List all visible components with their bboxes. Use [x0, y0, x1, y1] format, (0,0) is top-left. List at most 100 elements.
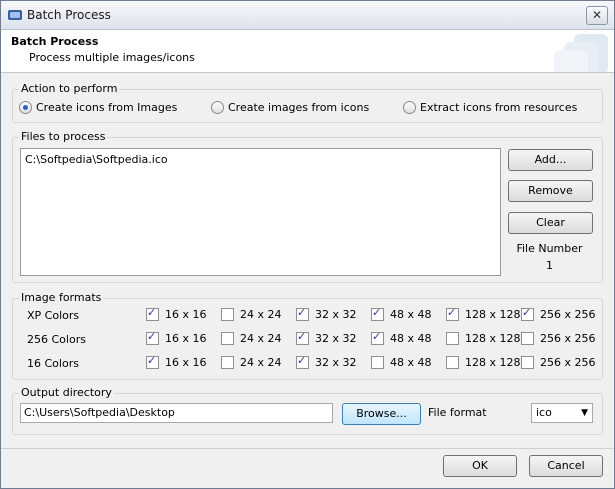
- format-checkbox[interactable]: [446, 306, 459, 321]
- format-checkbox-item[interactable]: 16 x 16: [146, 306, 207, 321]
- format-checkbox-item[interactable]: 32 x 32: [296, 330, 357, 345]
- format-checkbox-item[interactable]: 24 x 24: [221, 332, 282, 345]
- format-checkbox[interactable]: [446, 332, 459, 345]
- format-checkbox[interactable]: [521, 306, 534, 321]
- format-size-label: 24 x 24: [240, 356, 282, 369]
- format-checkbox-item[interactable]: 48 x 48: [371, 330, 432, 345]
- format-checkbox-item[interactable]: 24 x 24: [221, 356, 282, 369]
- radio-create-icons-from-images[interactable]: Create icons from Images: [19, 101, 177, 114]
- browse-button[interactable]: Browse...: [342, 403, 421, 425]
- format-row-label: XP Colors: [27, 309, 80, 322]
- radio-label: Extract icons from resources: [420, 101, 578, 114]
- output-directory-input[interactable]: C:\Users\Softpedia\Desktop: [20, 403, 333, 423]
- image-formats-legend: Image formats: [19, 291, 104, 304]
- format-checkbox-item[interactable]: 32 x 32: [296, 354, 357, 369]
- format-checkbox-item[interactable]: 128 x 128: [446, 356, 521, 369]
- format-checkbox[interactable]: [146, 330, 159, 345]
- footer-divider: [1, 448, 614, 449]
- cancel-button[interactable]: Cancel: [529, 455, 603, 477]
- format-checkbox-item[interactable]: 48 x 48: [371, 356, 432, 369]
- format-checkbox-item[interactable]: 24 x 24: [221, 308, 282, 321]
- format-size-label: 128 x 128: [465, 332, 521, 345]
- format-row-label: 256 Colors: [27, 333, 86, 346]
- format-checkbox-item[interactable]: 48 x 48: [371, 306, 432, 321]
- file-format-select[interactable]: ico ▼: [531, 403, 593, 423]
- format-checkbox[interactable]: [446, 356, 459, 369]
- format-checkbox[interactable]: [221, 332, 234, 345]
- file-number-label: File Number: [516, 242, 583, 255]
- format-checkbox[interactable]: [221, 308, 234, 321]
- format-checkbox-item[interactable]: 128 x 128: [446, 332, 521, 345]
- format-checkbox-item[interactable]: 16 x 16: [146, 330, 207, 345]
- title-bar[interactable]: Batch Process ✕: [1, 1, 614, 30]
- format-checkbox[interactable]: [296, 330, 309, 345]
- format-checkbox[interactable]: [521, 332, 534, 345]
- close-button[interactable]: ✕: [586, 6, 608, 25]
- output-legend: Output directory: [19, 386, 114, 399]
- radio-button[interactable]: [403, 101, 416, 114]
- format-checkbox[interactable]: [296, 354, 309, 369]
- radio-extract-icons-from-resources[interactable]: Extract icons from resources: [403, 101, 577, 114]
- format-size-label: 16 x 16: [165, 332, 207, 345]
- radio-label: Create images from icons: [228, 101, 370, 114]
- format-size-label: 32 x 32: [315, 332, 357, 345]
- files-group: Files to process C:\Softpedia\Softpedia.…: [12, 130, 603, 283]
- window-title: Batch Process: [27, 8, 111, 22]
- format-checkbox[interactable]: [371, 306, 384, 321]
- format-size-label: 32 x 32: [315, 356, 357, 369]
- list-item[interactable]: C:\Softpedia\Softpedia.ico: [25, 153, 168, 166]
- format-size-label: 256 x 256: [540, 332, 596, 345]
- action-group: Action to perform Create icons from Imag…: [12, 82, 603, 123]
- format-size-label: 48 x 48: [390, 332, 432, 345]
- format-checkbox[interactable]: [296, 306, 309, 321]
- clear-button[interactable]: Clear: [508, 212, 593, 234]
- format-size-label: 48 x 48: [390, 356, 432, 369]
- image-formats-group: Image formats XP Colors 16 x 16 24 x 24 32 …: [12, 291, 603, 380]
- header-subtitle: Process multiple images/icons: [29, 51, 195, 64]
- format-checkbox[interactable]: [146, 354, 159, 369]
- format-checkbox[interactable]: [371, 356, 384, 369]
- stacked-pages-icon: [554, 34, 608, 72]
- file-format-label: File format: [428, 406, 487, 419]
- add-button[interactable]: Add...: [508, 149, 593, 171]
- format-checkbox-item[interactable]: 32 x 32: [296, 306, 357, 321]
- app-icon: [8, 10, 22, 20]
- header-title: Batch Process: [11, 35, 99, 48]
- format-size-label: 16 x 16: [165, 308, 207, 321]
- action-legend: Action to perform: [19, 82, 120, 95]
- files-legend: Files to process: [19, 130, 108, 143]
- format-checkbox-item[interactable]: 256 x 256: [521, 356, 596, 369]
- remove-button[interactable]: Remove: [508, 180, 593, 202]
- close-icon: ✕: [591, 8, 603, 22]
- format-checkbox-item[interactable]: 256 x 256: [521, 332, 596, 345]
- format-size-label: 256 x 256: [540, 308, 596, 321]
- file-format-value: ico: [536, 406, 552, 419]
- format-size-label: 24 x 24: [240, 308, 282, 321]
- radio-button[interactable]: [211, 101, 224, 114]
- format-size-label: 48 x 48: [390, 308, 432, 321]
- file-list[interactable]: C:\Softpedia\Softpedia.ico: [20, 148, 501, 276]
- format-checkbox[interactable]: [371, 330, 384, 345]
- format-checkbox[interactable]: [221, 356, 234, 369]
- format-row-label: 16 Colors: [27, 357, 79, 370]
- file-number-value: 1: [546, 259, 553, 272]
- format-checkbox-item[interactable]: 128 x 128: [446, 306, 521, 321]
- dialog-header: Batch Process Process multiple images/ic…: [1, 30, 614, 73]
- format-size-label: 256 x 256: [540, 356, 596, 369]
- format-checkbox[interactable]: [146, 306, 159, 321]
- batch-process-window: Batch Process ✕ Batch Process Process mu…: [0, 0, 615, 489]
- format-size-label: 128 x 128: [465, 308, 521, 321]
- format-checkbox-item[interactable]: 16 x 16: [146, 354, 207, 369]
- ok-button[interactable]: OK: [443, 455, 517, 477]
- output-group: Output directory C:\Users\Softpedia\Desk…: [12, 386, 603, 435]
- radio-button[interactable]: [19, 101, 32, 114]
- radio-create-images-from-icons[interactable]: Create images from icons: [211, 101, 369, 114]
- format-size-label: 24 x 24: [240, 332, 282, 345]
- chevron-down-icon: ▼: [581, 408, 588, 418]
- format-size-label: 32 x 32: [315, 308, 357, 321]
- format-size-label: 128 x 128: [465, 356, 521, 369]
- radio-label: Create icons from Images: [36, 101, 178, 114]
- format-checkbox[interactable]: [521, 356, 534, 369]
- format-checkbox-item[interactable]: 256 x 256: [521, 306, 596, 321]
- format-size-label: 16 x 16: [165, 356, 207, 369]
